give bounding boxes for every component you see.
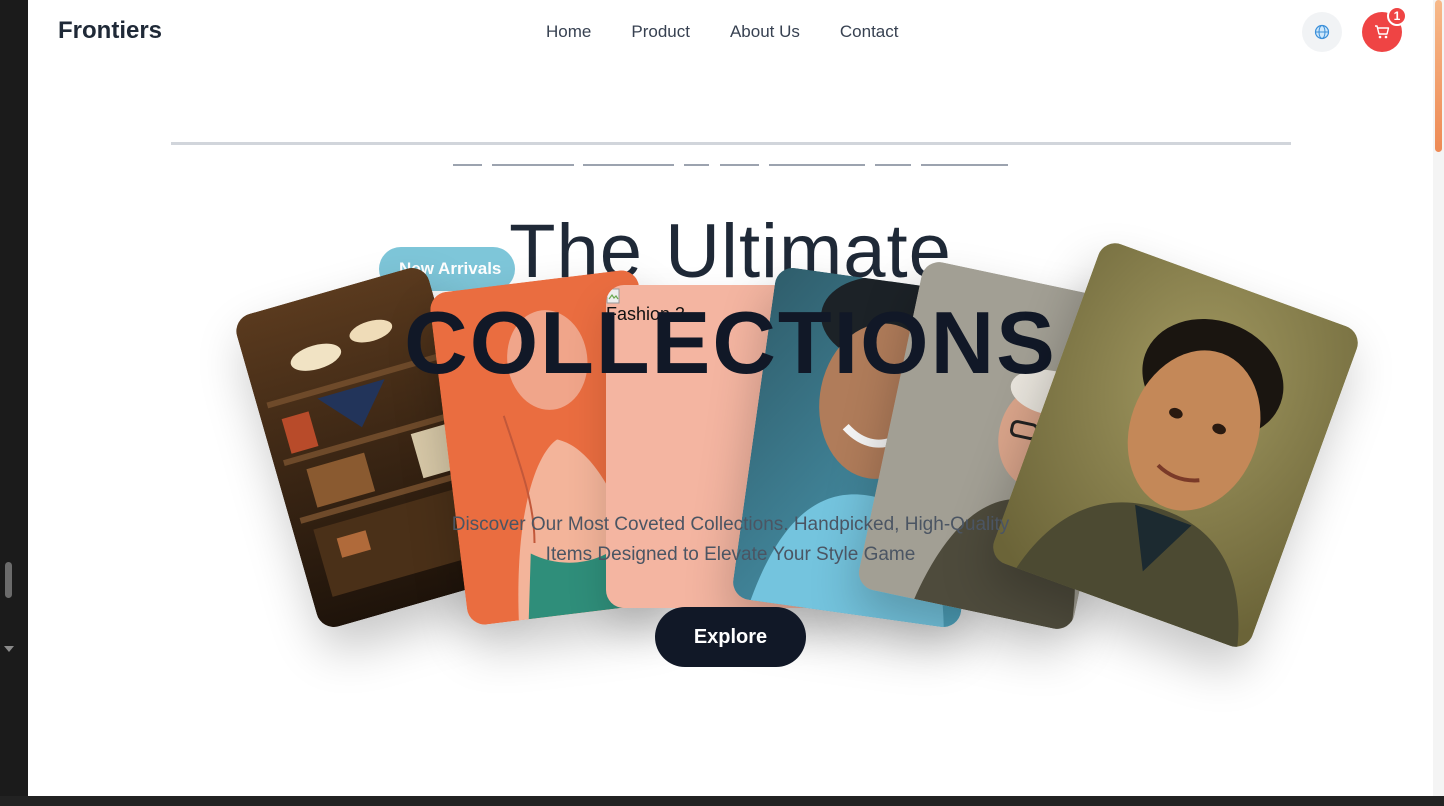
hero-subtitle-line1: Discover Our Most Coveted Collections. H…	[451, 514, 1010, 535]
language-button[interactable]	[1302, 12, 1342, 52]
divider-dash	[921, 164, 1008, 166]
scroll-down-arrow-icon[interactable]	[4, 646, 14, 652]
nav-product[interactable]: Product	[631, 22, 690, 42]
page-scrollbar[interactable]	[1433, 0, 1444, 796]
browser-viewport: Frontiers Home Product About Us Contact …	[28, 0, 1433, 796]
divider-dash	[684, 164, 709, 166]
cart-count-badge: 1	[1387, 6, 1407, 26]
left-scrollbar-thumb[interactable]	[5, 562, 12, 598]
main-nav: Home Product About Us Contact	[546, 22, 898, 42]
divider-line	[171, 142, 1291, 145]
hero-subtitle: Discover Our Most Coveted Collections. H…	[28, 510, 1433, 570]
bottom-edge	[0, 796, 1444, 806]
divider-dash	[875, 164, 911, 166]
globe-icon	[1314, 24, 1330, 40]
hero-subtitle-line2: Items Designed to Elevate Your Style Gam…	[545, 544, 916, 565]
nav-contact[interactable]: Contact	[840, 22, 899, 42]
nav-about-us[interactable]: About Us	[730, 22, 800, 42]
cart-icon	[1375, 25, 1390, 39]
nav-home[interactable]: Home	[546, 22, 591, 42]
divider-dash	[583, 164, 674, 166]
page-scrollbar-thumb[interactable]	[1435, 0, 1442, 152]
divider-dash	[492, 164, 574, 166]
brand-logo[interactable]: Frontiers	[58, 17, 162, 45]
explore-button[interactable]: Explore	[655, 607, 806, 667]
left-pane	[0, 0, 28, 806]
divider-dash	[769, 164, 865, 166]
divider-dash	[720, 164, 759, 166]
divider-dash	[453, 164, 482, 166]
